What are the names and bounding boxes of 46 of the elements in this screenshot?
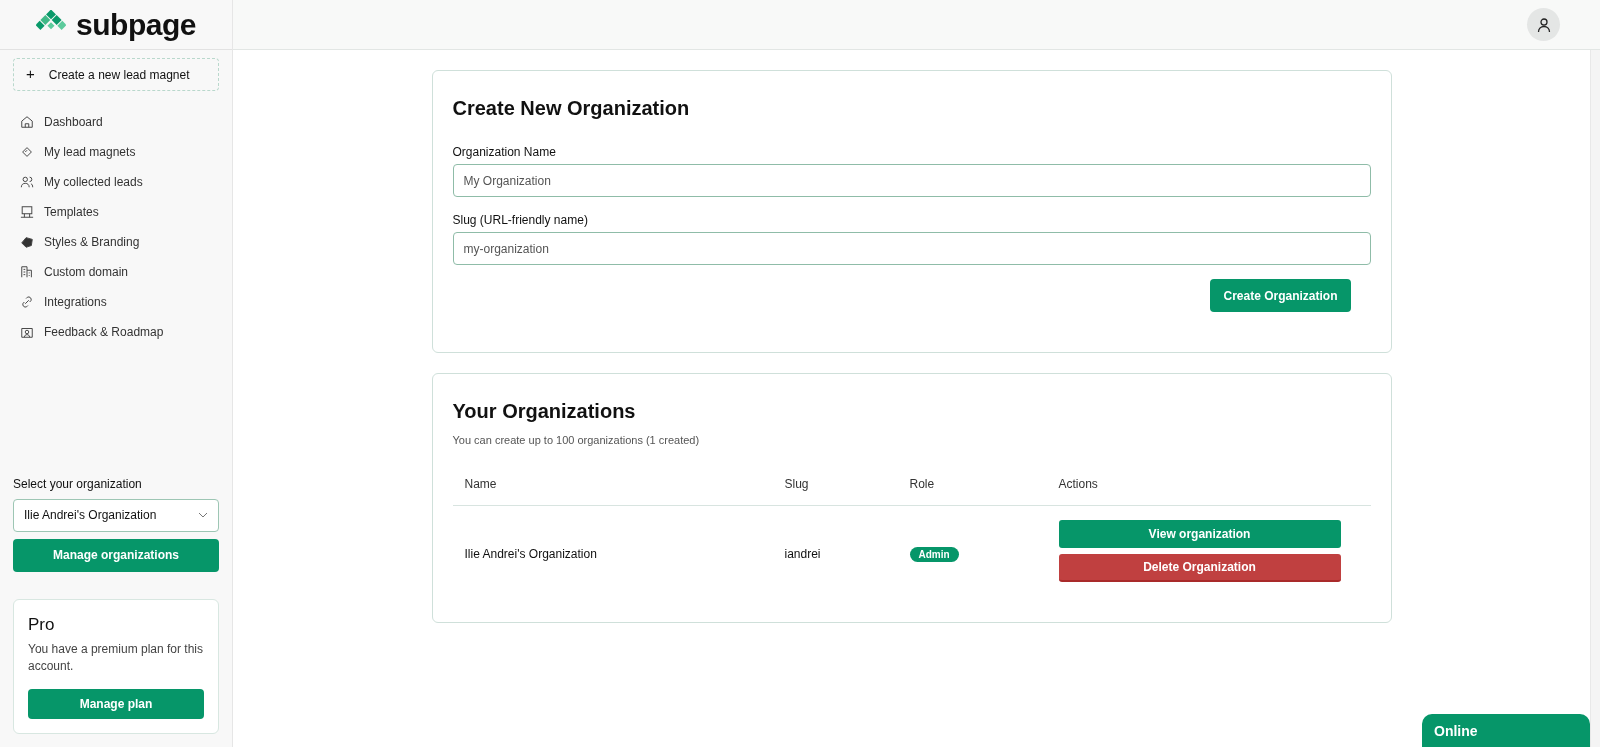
nav-icon (20, 325, 34, 339)
nav-icon (20, 295, 34, 309)
chevron-down-icon (198, 512, 208, 519)
column-header: Role (897, 474, 1047, 505)
nav-icon (20, 145, 34, 159)
nav-icon (20, 115, 34, 129)
sidebar-nav-item[interactable]: Integrations (20, 287, 212, 317)
sidebar-nav-item[interactable]: Feedback & Roadmap (20, 317, 212, 347)
organization-select-label: Select your organization (13, 475, 143, 493)
sidebar-nav-item[interactable]: Custom domain (20, 257, 212, 287)
sidebar-nav-item[interactable]: Styles & Branding (20, 227, 212, 257)
organization-select[interactable]: Ilie Andrei's Organization (13, 498, 219, 532)
card-title: Your Organizations (452, 399, 637, 424)
delete-organization-button[interactable]: Delete Organization (1058, 553, 1341, 582)
logo-text: subpage (76, 7, 196, 43)
sidebar-nav-item[interactable]: My lead magnets (20, 137, 212, 167)
nav-icon (20, 235, 34, 249)
column-header: Actions (1046, 474, 1371, 505)
plan-title: Pro (28, 613, 56, 636)
nav-icon (20, 265, 34, 279)
table-cell: Ilie Andrei's Organization (452, 505, 773, 602)
column-header: Slug (772, 474, 898, 505)
nav-icon (20, 205, 34, 219)
user-avatar-button[interactable] (1527, 8, 1560, 41)
role-badge: Admin (909, 546, 959, 562)
view-organization-button[interactable]: View organization (1058, 519, 1341, 548)
chat-status-tab[interactable]: Online (1422, 714, 1590, 747)
input-field[interactable]: my-organization (452, 232, 1371, 265)
sidebar-nav-item[interactable]: My collected leads (20, 167, 212, 197)
card-title: Create New Organization (452, 96, 691, 121)
field-label: Slug (URL-friendly name) (452, 212, 589, 229)
card-subtitle: You can create up to 100 organizations (1 created) (452, 433, 701, 448)
table-cell: iandrei (772, 505, 898, 602)
manage-plan-button[interactable]: Manage plan (28, 689, 204, 719)
user-icon (1535, 16, 1552, 33)
field-label: Organization Name (452, 144, 557, 161)
sidebar-nav-item[interactable]: Dashboard (20, 107, 212, 137)
column-header: Name (452, 474, 773, 505)
sidebar-nav-item[interactable]: Templates (20, 197, 212, 227)
plan-description: You have a premium plan for this account. (28, 641, 204, 675)
create-organization-button[interactable]: Create Organization (1210, 279, 1351, 312)
scrollbar[interactable] (1590, 50, 1600, 747)
input-field[interactable]: My Organization (452, 164, 1371, 197)
create-lead-magnet-button[interactable]: + Create a new lead magnet (13, 58, 219, 91)
manage-organizations-button[interactable]: Manage organizations (13, 538, 219, 572)
nav-icon (20, 175, 34, 189)
